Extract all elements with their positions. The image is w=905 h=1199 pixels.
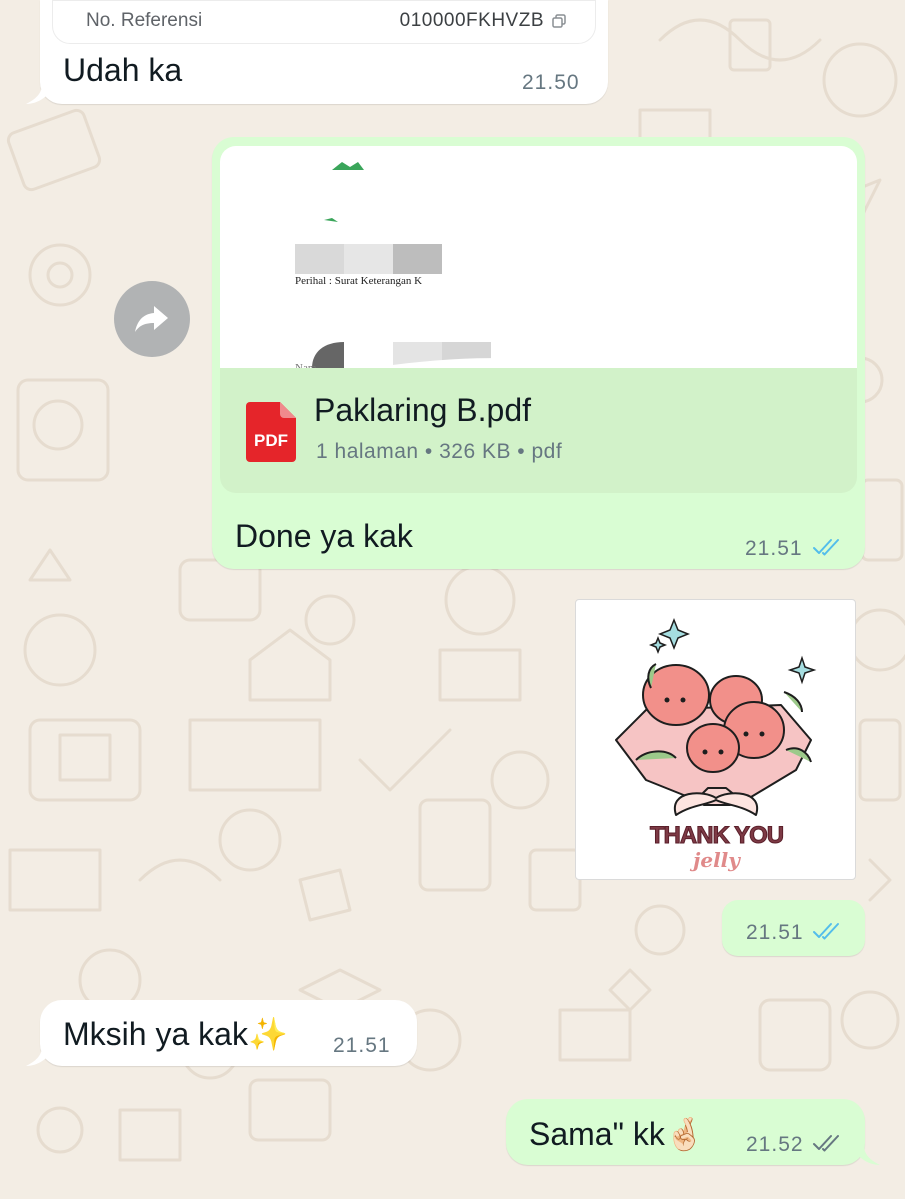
document-name: Paklaring B.pdf <box>314 392 532 428</box>
document-preview-image <box>295 162 580 368</box>
message-text: Done ya kak <box>235 518 413 554</box>
forward-icon <box>135 306 168 332</box>
message-time: 21.51 <box>745 537 803 560</box>
message-text: Sama" kk🤞🏻 <box>529 1116 705 1152</box>
sticker-title: THANK YOU <box>649 822 784 850</box>
document-info-panel[interactable] <box>220 368 857 493</box>
sticker-subtitle: jelly <box>693 848 740 872</box>
double-check-icon <box>813 539 839 556</box>
bubble-tail <box>852 1145 880 1165</box>
thank-you-sticker[interactable]: THANK YOU jelly <box>575 599 856 880</box>
pdf-icon-label: PDF <box>254 431 288 450</box>
reference-value[interactable]: 010000FKHVZB <box>400 10 544 32</box>
reference-label: No. Referensi <box>86 10 203 31</box>
message-text: Udah ka <box>63 52 183 88</box>
bubble-tail <box>26 84 54 104</box>
copy-icon[interactable] <box>552 14 566 28</box>
document-preview-text: Perihal : Surat Keterangan K <box>295 275 423 287</box>
message-time: 21.52 <box>746 1133 804 1156</box>
message-text: Mksih ya kak✨ <box>63 1016 288 1052</box>
document-meta: 1 halaman • 326 KB • pdf <box>316 440 563 463</box>
document-preview[interactable] <box>220 146 857 368</box>
double-check-icon <box>813 1135 839 1152</box>
bubble-tail <box>26 1046 54 1066</box>
reference-row: No. Referensi 010000FKHVZB <box>52 0 596 44</box>
double-check-icon <box>813 923 839 940</box>
message-time: 21.51 <box>333 1034 391 1057</box>
forward-button[interactable] <box>114 281 190 357</box>
message-time: 21.51 <box>746 921 804 944</box>
message-time: 21.50 <box>522 71 580 94</box>
